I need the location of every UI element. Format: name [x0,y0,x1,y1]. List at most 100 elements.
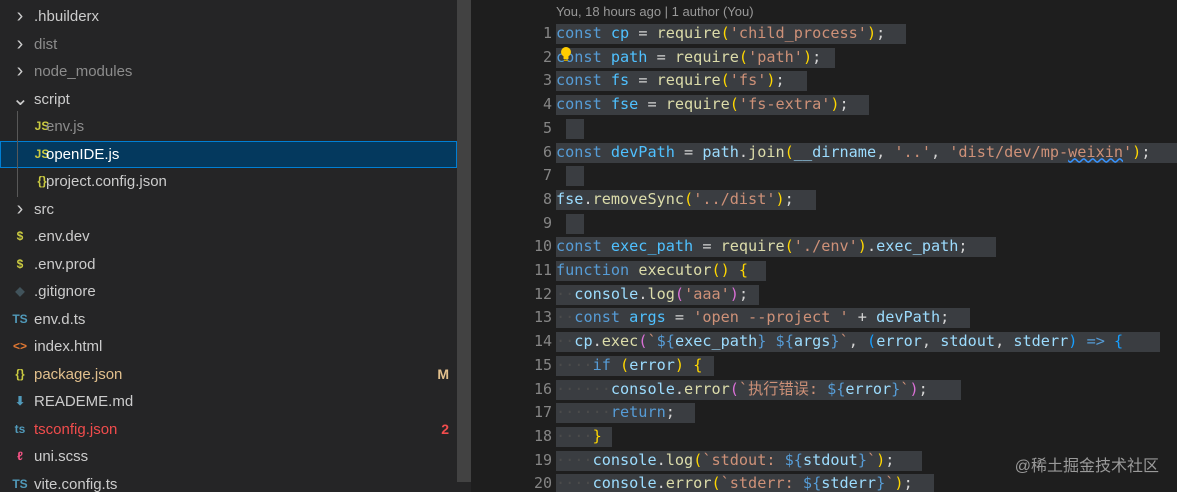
line-number: 4 [542,95,552,114]
tree-item-uni-scss[interactable]: ℓ uni.scss [0,443,457,470]
line-number: 13 [533,308,552,327]
code-line[interactable]: 4 const fse = require('fs-extra'); [471,93,1177,117]
code-token: . [592,332,602,351]
code-token: const [556,71,602,90]
selection-highlight [566,213,584,234]
ts-file-icon: TS [12,311,28,326]
tree-item-label: dist [34,35,58,53]
code-editor[interactable]: You, 18 hours ago | 1 author (You) 1 cons… [471,0,1177,492]
code-line[interactable]: 2 const path = require('path'); [471,46,1177,70]
code-line[interactable]: 5 [471,117,1177,141]
code-line[interactable]: 3 const fs = require('fs'); [471,69,1177,93]
tree-item-script[interactable]: ⌄ script [0,86,457,113]
tree-item-index-html[interactable]: <> index.html [0,333,457,360]
code-token: 'fs' [729,71,767,90]
code-line[interactable]: 8 fse.removeSync('../dist'); [471,188,1177,212]
code-token: ; [876,24,886,42]
tree-item-src[interactable]: › src [0,196,457,223]
code-line[interactable]: 12 ··console.log('aaa'); [471,283,1177,307]
line-number: 8 [542,189,552,208]
line-number: 18 [533,426,552,445]
tree-item-env-d-ts[interactable]: TS env.d.ts [0,306,457,333]
code-token: require [720,237,785,256]
code-token: ${ [802,474,822,492]
code-token: ; [812,47,822,66]
tree-item-project-config-json[interactable]: {} project.config.json [0,168,457,195]
code-token: ( [867,332,877,351]
code-line[interactable]: 7 [471,164,1177,188]
code-token: path [610,47,648,66]
code-token: = [629,24,657,42]
code-token: ; [885,450,895,469]
code-line[interactable]: 15 ····if (error) { [471,354,1177,378]
code-token: , [995,332,1014,351]
code-token: = [647,47,675,66]
code-token: ( [720,71,730,90]
code-token: `执行错误: [738,379,828,398]
code-token: if [592,355,611,374]
code-token: ) [866,24,877,42]
code-token: error [629,355,675,374]
code-line[interactable]: 1 const cp = require('child_process'); [471,22,1177,46]
code-token: ) [766,71,776,90]
code-text: const exec_path = require('./env').exec_… [556,235,968,259]
code-token: fs [610,71,630,90]
tree-item-reademe-md[interactable]: ⬇ READEME.md [0,388,457,415]
git-blame-codelens[interactable]: You, 18 hours ago | 1 author (You) [556,4,754,19]
tree-item-label: uni.scss [34,448,89,465]
code-line[interactable]: 17 ······return; [471,401,1177,425]
code-token: ) [802,47,813,66]
line-number: 5 [542,118,552,137]
env-file-icon: $ [16,229,24,243]
code-line[interactable]: 11 function executor() { [471,259,1177,283]
code-token: ·· [556,332,575,351]
tree-item-openide-js[interactable]: JS openIDE.js [0,140,457,168]
tree-item-env-prod[interactable]: $ .env.prod [0,251,457,278]
tree-item-package-json[interactable]: {} package.json M [0,361,457,388]
code-line[interactable]: 16 ······console.error(`执行错误: ${error}`); [471,378,1177,402]
code-token: error [876,332,922,351]
tree-item-tsconfig-json[interactable]: ts tsconfig.json 2 [0,416,457,443]
code-token: . [656,474,666,492]
code-token: . [866,237,877,256]
tree-item-env-dev[interactable]: $ .env.dev [0,223,457,250]
code-token: ···· [556,355,593,374]
code-line[interactable]: 9 [471,212,1177,236]
line-number: 1 [542,24,552,42]
tree-item-gitignore[interactable]: ◆ .gitignore [0,278,457,305]
watermark: @稀土掘金技术社区 [1014,458,1159,475]
code-line[interactable]: 18 ····} [471,425,1177,449]
code-line[interactable]: 6 const devPath = path.join(__dirname, '.… [471,141,1177,165]
status-badge: M [437,365,449,382]
explorer-scrollbar[interactable] [457,0,471,482]
tree-item-hbuilderx[interactable]: › .hbuilderx [0,3,457,30]
code-line[interactable]: 10 const exec_path = require('./env').exe… [471,235,1177,259]
code-text: ······return; [556,401,675,425]
code-token: ${ [656,332,675,351]
code-token: ( [738,47,749,66]
code-token: exec_path [674,332,758,351]
code-token: ) [830,95,840,114]
tree-item-dist[interactable]: › dist [0,31,457,58]
lightbulb-icon[interactable] [559,46,573,62]
code-token: ; [839,95,849,114]
tree-item-label: project.config.json [46,173,167,190]
tree-item-env-js[interactable]: JS env.js [0,113,457,140]
code-line[interactable]: 14 ··cp.exec(`${exec_path} ${args}`, (err… [471,330,1177,354]
code-token: ) [909,379,919,398]
tree-item-node-modules[interactable]: › node_modules [0,58,457,85]
code-token: args [793,332,831,351]
code-text: fse.removeSync('../dist'); [556,188,794,212]
selection-highlight [566,118,584,139]
more-actions-dots-icon[interactable]: ··· [661,30,675,44]
line-number: 10 [533,237,552,256]
tree-item-vite-config-ts[interactable]: TS vite.config.ts [0,471,457,492]
code-token: const [574,308,621,327]
code-token: ···· [556,426,593,445]
code-line[interactable]: 13 ··const args = 'open --project ' + dev… [471,306,1177,330]
code-token: ${ [827,379,846,398]
code-token: . [583,189,593,208]
line-number: 20 [533,474,552,492]
